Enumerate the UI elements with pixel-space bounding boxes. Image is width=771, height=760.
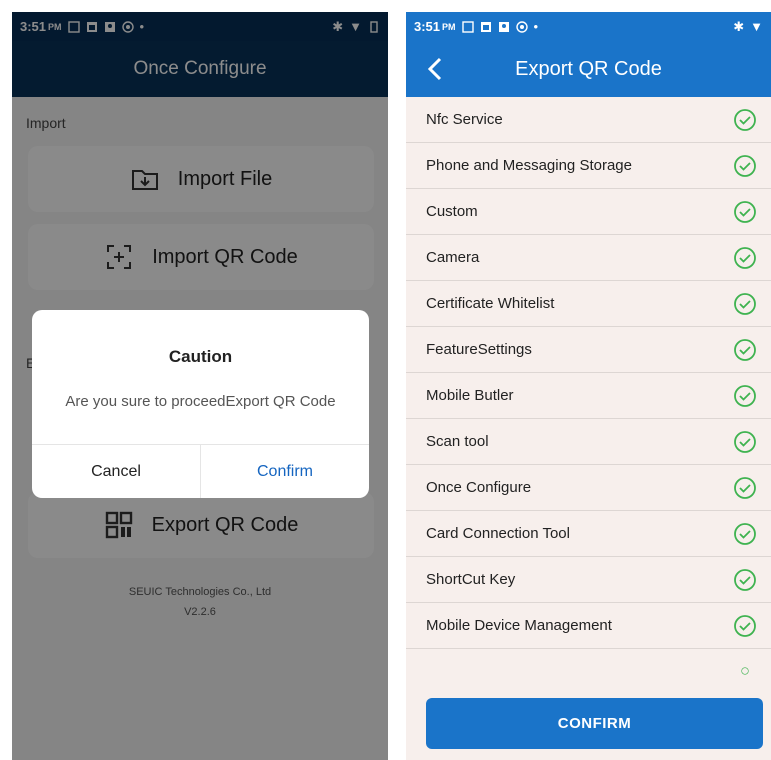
list-item[interactable]: Scan tool (406, 419, 771, 465)
notification-dot-icon: • (533, 19, 539, 34)
status-bar: 3:51 PM • ✱ ▼ (406, 12, 771, 41)
bluetooth-icon: ✱ (733, 18, 745, 34)
check-circle-icon[interactable] (733, 430, 757, 454)
list-item-label: Certificate Whitelist (426, 295, 555, 312)
list-item[interactable]: FeatureSettings (406, 327, 771, 373)
check-circle-icon[interactable] (733, 568, 757, 592)
list-item[interactable]: Mobile Device Management (406, 603, 771, 649)
list-item-label: ShortCut Key (426, 571, 516, 588)
check-circle-icon[interactable] (733, 522, 757, 546)
status-ampm: PM (442, 21, 456, 32)
check-circle-icon[interactable] (733, 614, 757, 638)
right-phone-screen: 3:51 PM • ✱ ▼ Export QR Code Nfc Service… (406, 12, 771, 760)
caution-dialog: Caution Are you sure to proceedExport QR… (32, 310, 369, 498)
list-item[interactable]: Camera (406, 235, 771, 281)
list-item[interactable]: Phone and Messaging Storage (406, 143, 771, 189)
app-bar: Export QR Code (406, 41, 771, 97)
list-item-label: Once Configure (426, 479, 532, 496)
check-circle-icon[interactable] (733, 154, 757, 178)
sim-icon (461, 20, 474, 33)
list-item[interactable]: Card Connection Tool (406, 511, 771, 557)
contact-icon (498, 21, 509, 32)
wifi-icon: ▼ (750, 19, 763, 34)
list-item-label: Mobile Device Management (426, 617, 612, 634)
list-item-label: Card Connection Tool (426, 525, 570, 542)
list-item[interactable]: Once Configure (406, 465, 771, 511)
dialog-actions: Cancel Confirm (32, 444, 369, 498)
status-time: 3:51 (414, 19, 441, 34)
list-item[interactable]: Certificate Whitelist (406, 281, 771, 327)
list-item-label: Custom (426, 203, 478, 220)
list-item-partial[interactable] (406, 649, 771, 675)
check-circle-icon[interactable] (733, 200, 757, 224)
calendar-icon (480, 21, 491, 32)
check-circle-icon[interactable] (733, 476, 757, 500)
list-item[interactable]: Nfc Service (406, 97, 771, 143)
list-item-label: FeatureSettings (426, 341, 532, 358)
list-item[interactable]: ShortCut Key (406, 557, 771, 603)
module-list: Nfc Service Phone and Messaging Storage Cu… (406, 97, 771, 675)
list-item-label: Phone and Messaging Storage (426, 157, 632, 174)
list-item[interactable]: Mobile Butler (406, 373, 771, 419)
check-circle-icon[interactable] (733, 338, 757, 362)
list-item-label: Mobile Butler (426, 387, 514, 404)
cancel-button[interactable]: Cancel (32, 445, 201, 498)
dialog-message: Are you sure to proceedExport QR Code (65, 393, 336, 410)
list-item-label: Camera (426, 249, 480, 266)
confirm-button[interactable]: Confirm (201, 445, 369, 498)
list-item-label: Scan tool (426, 433, 489, 450)
check-circle-icon[interactable] (733, 292, 757, 316)
list-item-label: Nfc Service (426, 111, 503, 128)
left-phone-screen: 3:51 PM • ✱ ▼ Once Configure Import Impo… (12, 12, 388, 760)
dialog-title: Caution (168, 347, 233, 366)
page-title: Export QR Code (515, 57, 662, 80)
check-circle-icon (741, 667, 749, 675)
back-arrow-icon[interactable] (424, 55, 448, 83)
check-circle-icon[interactable] (733, 246, 757, 270)
location-icon (515, 20, 528, 33)
check-circle-icon[interactable] (733, 108, 757, 132)
list-item[interactable]: Custom (406, 189, 771, 235)
check-circle-icon[interactable] (733, 384, 757, 408)
confirm-button[interactable]: CONFIRM (426, 698, 763, 749)
